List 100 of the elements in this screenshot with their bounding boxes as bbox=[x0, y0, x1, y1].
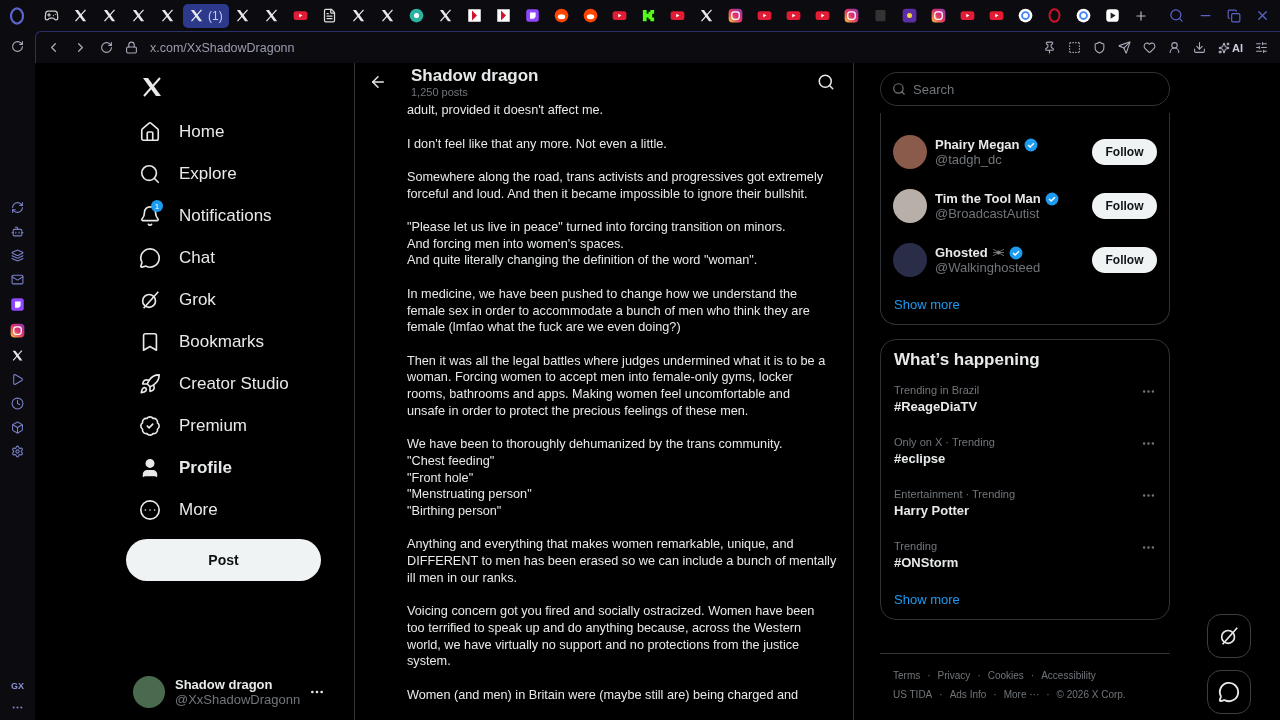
footer-link[interactable]: Ads Info bbox=[949, 689, 987, 700]
gamepad-icon bbox=[44, 8, 59, 23]
shield-icon[interactable] bbox=[1093, 41, 1106, 54]
footer-link[interactable]: More ··· bbox=[1003, 689, 1040, 700]
trend-title[interactable]: #ONStorm bbox=[894, 555, 1141, 570]
ring-logo-icon bbox=[1075, 8, 1091, 23]
play-icon bbox=[756, 8, 772, 23]
browser-tab[interactable]: (1) bbox=[183, 3, 229, 28]
search-field[interactable]: Search bbox=[880, 72, 1170, 106]
settings-icon[interactable] bbox=[11, 445, 24, 458]
close-icon[interactable] bbox=[1255, 8, 1270, 23]
account-icon[interactable] bbox=[1168, 41, 1181, 54]
play-icon bbox=[292, 8, 308, 23]
search-icon bbox=[139, 163, 161, 185]
cube-icon[interactable] bbox=[11, 421, 24, 434]
footer-link[interactable]: Cookies bbox=[987, 670, 1024, 681]
ai-button[interactable]: AI bbox=[1218, 41, 1243, 54]
loop-icon[interactable] bbox=[11, 201, 24, 214]
more-icon bbox=[139, 499, 161, 521]
sidebar-label[interactable]: GX bbox=[11, 681, 24, 691]
search-icon[interactable] bbox=[817, 72, 835, 91]
opera-logo-icon[interactable] bbox=[8, 6, 26, 25]
nav-link[interactable]: Notifications 1 bbox=[131, 195, 280, 237]
mail-icon[interactable] bbox=[11, 273, 24, 286]
post-paragraph: We have been to thoroughly dehumanized by the trans community. "Chest feeding" "Front hole" "Menstruating person" "Birthing person" bbox=[407, 436, 784, 520]
account-name: Shadow dragon bbox=[175, 677, 274, 692]
heart-icon[interactable] bbox=[1143, 41, 1156, 54]
nav-link[interactable]: Bookmarks bbox=[131, 321, 273, 363]
separator-dot: · bbox=[993, 689, 997, 700]
nav-link[interactable]: Chat bbox=[131, 237, 223, 279]
footer-link[interactable]: © 2026 X Corp. bbox=[1056, 689, 1126, 700]
reload-icon[interactable] bbox=[11, 40, 24, 53]
ring-logo-icon bbox=[1017, 8, 1033, 23]
footer-link[interactable]: Accessibility bbox=[1041, 670, 1096, 681]
settings-icon[interactable] bbox=[1255, 41, 1268, 54]
nav-link[interactable]: Home bbox=[131, 111, 233, 153]
home-icon bbox=[139, 121, 161, 143]
x-logo-icon bbox=[698, 8, 714, 23]
layers-icon[interactable] bbox=[11, 249, 24, 262]
pin-icon[interactable] bbox=[1043, 41, 1056, 54]
x-logo-icon bbox=[160, 8, 175, 23]
snapshot-icon[interactable] bbox=[1068, 41, 1081, 54]
trend-title[interactable]: Harry Potter bbox=[894, 503, 1141, 518]
robot-icon[interactable] bbox=[11, 225, 24, 238]
chat-logo-icon bbox=[524, 8, 540, 23]
nav-link[interactable]: More bbox=[131, 489, 226, 531]
clock-icon[interactable] bbox=[11, 397, 24, 410]
x-logo-icon bbox=[73, 8, 88, 23]
x-logo-icon[interactable] bbox=[140, 75, 164, 99]
nav-link[interactable]: Premium bbox=[131, 405, 255, 447]
chat-logo-icon bbox=[10, 297, 25, 312]
address-field[interactable]: x.com/XxShadowDragonn bbox=[150, 40, 1031, 55]
user-handle: @BroadcastAutist bbox=[935, 206, 1041, 221]
post-paragraph: "Please let us live in peace" turned into forcing transition on minors. And forcing men into women's spaces. And quite literally changing the definition of the word "woman". bbox=[407, 219, 787, 270]
nav-link[interactable]: Profile bbox=[131, 447, 240, 489]
play-icon bbox=[1104, 8, 1120, 23]
sparkle-icon bbox=[1218, 41, 1230, 54]
footer-link[interactable]: Privacy bbox=[937, 670, 971, 681]
ring-logo-icon bbox=[1046, 8, 1062, 23]
x-logo-icon bbox=[379, 8, 395, 23]
post-paragraph: Anything and everything that makes women remarkable, unique, and DIFFERENT to men has been erased so we can include a bunch of mentally ill men in our ranks. bbox=[407, 536, 838, 587]
reload-icon[interactable] bbox=[100, 41, 113, 54]
speech-bubble-icon bbox=[1218, 681, 1240, 703]
avatar bbox=[893, 135, 927, 169]
post-paragraph: I don't feel like that any more. Not even a little. bbox=[407, 135, 668, 153]
camera-icon bbox=[10, 323, 25, 338]
show-more-link[interactable]: Show more bbox=[881, 287, 973, 324]
separator-dot: · bbox=[1030, 670, 1035, 681]
search-icon bbox=[892, 82, 906, 96]
post-paragraph: Women (and men) in Britain were (maybe still are) being charged and bbox=[407, 686, 800, 704]
play-icon[interactable] bbox=[11, 373, 24, 386]
footer-link[interactable]: Terms bbox=[893, 670, 921, 681]
follow-button[interactable]: Follow bbox=[1092, 193, 1157, 219]
nav-link[interactable]: Grok bbox=[131, 279, 224, 321]
grok-button[interactable] bbox=[1207, 614, 1251, 658]
show-more-link[interactable]: Show more bbox=[881, 592, 973, 619]
download-icon[interactable] bbox=[1193, 41, 1206, 54]
section-title: What’s happening bbox=[893, 349, 1041, 371]
separator-dot: · bbox=[977, 670, 981, 681]
user-handle: @tadgh_dc bbox=[935, 152, 1003, 167]
chevron-icon bbox=[466, 8, 482, 23]
nav-link[interactable]: Creator Studio bbox=[131, 363, 297, 405]
follow-button[interactable]: Follow bbox=[1092, 139, 1157, 165]
footer-link[interactable]: US TIDA bbox=[893, 689, 933, 700]
camera-icon bbox=[930, 8, 946, 23]
post-button[interactable]: Post bbox=[126, 539, 321, 581]
restore-icon[interactable] bbox=[1227, 8, 1241, 23]
x-logo-icon[interactable] bbox=[11, 349, 24, 362]
post-paragraph: In medicine, we have been pushed to change how we understand the female sex in order to accommodate a bunch of men who think they are female (lmfao what the fuck are we even doing?) bbox=[407, 285, 811, 336]
trend-title[interactable]: #eclipse bbox=[894, 451, 1141, 466]
send-icon[interactable] bbox=[1118, 41, 1131, 54]
follow-button[interactable]: Follow bbox=[1092, 247, 1157, 273]
messages-button[interactable] bbox=[1207, 670, 1251, 714]
nav-link[interactable]: Explore bbox=[131, 153, 245, 195]
x-logo-icon bbox=[350, 8, 366, 23]
avatar bbox=[893, 189, 927, 223]
block-logo-icon bbox=[640, 8, 656, 23]
slashed-circle-icon bbox=[1218, 625, 1240, 647]
post-paragraph: adult, provided it doesn't affect me. bbox=[407, 102, 605, 119]
trend-title[interactable]: #ReageDiaTV bbox=[894, 399, 1141, 414]
